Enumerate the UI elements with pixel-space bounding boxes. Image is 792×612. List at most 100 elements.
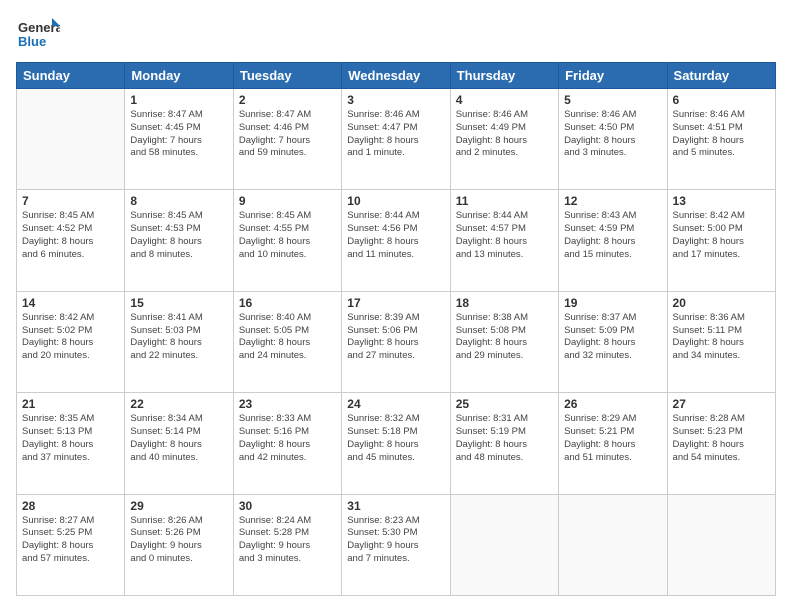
- logo-icon: General Blue: [16, 16, 60, 52]
- calendar-cell: 6 Sunrise: 8:46 AM Sunset: 4:51 PM Daylig…: [667, 89, 775, 190]
- calendar-cell: [17, 89, 125, 190]
- day-detail: Sunrise: 8:44 AM Sunset: 4:57 PM Dayligh…: [456, 210, 553, 261]
- day-number: 23: [239, 397, 336, 411]
- header: General Blue: [16, 16, 776, 52]
- calendar-cell: 27Sunrise: 8:28 AM Sunset: 5:23 PM Dayli…: [667, 393, 775, 494]
- calendar-cell: 2Sunrise: 8:47 AM Sunset: 4:46 PM Daylig…: [233, 89, 341, 190]
- day-detail: Sunrise: 8:45 AM Sunset: 4:55 PM Dayligh…: [239, 210, 336, 261]
- day-number: 5: [564, 93, 661, 107]
- calendar-cell: 22 Sunrise: 8:34 AM Sunset: 5:14 PM Dayli…: [125, 393, 233, 494]
- day-detail: Sunrise: 8:46 AM Sunset: 4:51 PM Dayligh…: [673, 109, 770, 160]
- page: General Blue SundayMondayTuesdayWednesda…: [0, 0, 792, 612]
- day-detail: Sunrise: 8:47 AM Sunset: 4:45 PM Dayligh…: [130, 109, 227, 160]
- calendar-cell: 11 Sunrise: 8:44 AM Sunset: 4:57 PM Dayli…: [450, 190, 558, 291]
- calendar-cell: 18 Sunrise: 8:38 AM Sunset: 5:08 PM Dayli…: [450, 291, 558, 392]
- day-detail: Sunrise: 8:45 AM Sunset: 4:52 PM Dayligh…: [22, 210, 119, 261]
- calendar-cell: 8 Sunrise: 8:45 AM Sunset: 4:53 PM Daylig…: [125, 190, 233, 291]
- day-detail: Sunrise: 8:33 AM Sunset: 5:16 PM Dayligh…: [239, 413, 336, 464]
- day-number: 24: [347, 397, 444, 411]
- day-number: 4: [456, 93, 553, 107]
- day-detail: Sunrise: 8:46 AM Sunset: 4:50 PM Dayligh…: [564, 109, 661, 160]
- day-number: 10: [347, 194, 444, 208]
- day-detail: Sunrise: 8:46 AM Sunset: 4:49 PM Dayligh…: [456, 109, 553, 160]
- day-number: 1: [130, 93, 227, 107]
- week-row-4: 21 Sunrise: 8:35 AM Sunset: 5:13 PM Dayli…: [17, 393, 776, 494]
- header-monday: Monday: [125, 63, 233, 89]
- calendar-cell: 24 Sunrise: 8:32 AM Sunset: 5:18 PM Dayli…: [342, 393, 450, 494]
- day-number: 31: [347, 499, 444, 513]
- svg-text:Blue: Blue: [18, 34, 46, 49]
- day-number: 12: [564, 194, 661, 208]
- calendar-cell: [450, 494, 558, 595]
- day-number: 25: [456, 397, 553, 411]
- calendar-cell: 25 Sunrise: 8:31 AM Sunset: 5:19 PM Dayli…: [450, 393, 558, 494]
- day-detail: Sunrise: 8:39 AM Sunset: 5:06 PM Dayligh…: [347, 312, 444, 363]
- calendar: SundayMondayTuesdayWednesdayThursdayFrid…: [16, 62, 776, 596]
- calendar-cell: 19Sunrise: 8:37 AM Sunset: 5:09 PM Dayli…: [559, 291, 667, 392]
- calendar-cell: 15Sunrise: 8:41 AM Sunset: 5:03 PM Dayli…: [125, 291, 233, 392]
- day-number: 30: [239, 499, 336, 513]
- calendar-cell: 5 Sunrise: 8:46 AM Sunset: 4:50 PM Daylig…: [559, 89, 667, 190]
- calendar-header-row: SundayMondayTuesdayWednesdayThursdayFrid…: [17, 63, 776, 89]
- calendar-cell: 23 Sunrise: 8:33 AM Sunset: 5:16 PM Dayli…: [233, 393, 341, 494]
- day-detail: Sunrise: 8:35 AM Sunset: 5:13 PM Dayligh…: [22, 413, 119, 464]
- calendar-cell: 13 Sunrise: 8:42 AM Sunset: 5:00 PM Dayli…: [667, 190, 775, 291]
- day-number: 6: [673, 93, 770, 107]
- day-detail: Sunrise: 8:28 AM Sunset: 5:23 PM Dayligh…: [673, 413, 770, 464]
- day-number: 18: [456, 296, 553, 310]
- calendar-cell: 30 Sunrise: 8:24 AM Sunset: 5:28 PM Dayli…: [233, 494, 341, 595]
- calendar-cell: 26Sunrise: 8:29 AM Sunset: 5:21 PM Dayli…: [559, 393, 667, 494]
- day-number: 21: [22, 397, 119, 411]
- day-detail: Sunrise: 8:32 AM Sunset: 5:18 PM Dayligh…: [347, 413, 444, 464]
- day-detail: Sunrise: 8:47 AM Sunset: 4:46 PM Dayligh…: [239, 109, 336, 160]
- day-number: 29: [130, 499, 227, 513]
- day-number: 22: [130, 397, 227, 411]
- day-detail: Sunrise: 8:44 AM Sunset: 4:56 PM Dayligh…: [347, 210, 444, 261]
- day-detail: Sunrise: 8:36 AM Sunset: 5:11 PM Dayligh…: [673, 312, 770, 363]
- day-detail: Sunrise: 8:31 AM Sunset: 5:19 PM Dayligh…: [456, 413, 553, 464]
- day-number: 14: [22, 296, 119, 310]
- calendar-cell: [559, 494, 667, 595]
- calendar-cell: 28Sunrise: 8:27 AM Sunset: 5:25 PM Dayli…: [17, 494, 125, 595]
- calendar-cell: 4 Sunrise: 8:46 AM Sunset: 4:49 PM Daylig…: [450, 89, 558, 190]
- day-detail: Sunrise: 8:34 AM Sunset: 5:14 PM Dayligh…: [130, 413, 227, 464]
- day-detail: Sunrise: 8:23 AM Sunset: 5:30 PM Dayligh…: [347, 515, 444, 566]
- day-detail: Sunrise: 8:42 AM Sunset: 5:02 PM Dayligh…: [22, 312, 119, 363]
- calendar-cell: 31 Sunrise: 8:23 AM Sunset: 5:30 PM Dayli…: [342, 494, 450, 595]
- calendar-cell: [667, 494, 775, 595]
- day-detail: Sunrise: 8:41 AM Sunset: 5:03 PM Dayligh…: [130, 312, 227, 363]
- week-row-2: 7Sunrise: 8:45 AM Sunset: 4:52 PM Daylig…: [17, 190, 776, 291]
- logo: General Blue: [16, 16, 60, 52]
- day-detail: Sunrise: 8:46 AM Sunset: 4:47 PM Dayligh…: [347, 109, 444, 160]
- day-number: 13: [673, 194, 770, 208]
- calendar-cell: 17 Sunrise: 8:39 AM Sunset: 5:06 PM Dayli…: [342, 291, 450, 392]
- day-number: 3: [347, 93, 444, 107]
- week-row-5: 28Sunrise: 8:27 AM Sunset: 5:25 PM Dayli…: [17, 494, 776, 595]
- calendar-cell: 9 Sunrise: 8:45 AM Sunset: 4:55 PM Daylig…: [233, 190, 341, 291]
- header-friday: Friday: [559, 63, 667, 89]
- header-saturday: Saturday: [667, 63, 775, 89]
- header-wednesday: Wednesday: [342, 63, 450, 89]
- day-number: 11: [456, 194, 553, 208]
- header-tuesday: Tuesday: [233, 63, 341, 89]
- calendar-cell: 20Sunrise: 8:36 AM Sunset: 5:11 PM Dayli…: [667, 291, 775, 392]
- day-detail: Sunrise: 8:24 AM Sunset: 5:28 PM Dayligh…: [239, 515, 336, 566]
- day-detail: Sunrise: 8:38 AM Sunset: 5:08 PM Dayligh…: [456, 312, 553, 363]
- calendar-cell: 12 Sunrise: 8:43 AM Sunset: 4:59 PM Dayli…: [559, 190, 667, 291]
- calendar-cell: 3 Sunrise: 8:46 AM Sunset: 4:47 PM Daylig…: [342, 89, 450, 190]
- calendar-cell: 29Sunrise: 8:26 AM Sunset: 5:26 PM Dayli…: [125, 494, 233, 595]
- calendar-cell: 16Sunrise: 8:40 AM Sunset: 5:05 PM Dayli…: [233, 291, 341, 392]
- week-row-3: 14 Sunrise: 8:42 AM Sunset: 5:02 PM Dayli…: [17, 291, 776, 392]
- week-row-1: 1 Sunrise: 8:47 AM Sunset: 4:45 PM Daylig…: [17, 89, 776, 190]
- day-detail: Sunrise: 8:42 AM Sunset: 5:00 PM Dayligh…: [673, 210, 770, 261]
- day-number: 9: [239, 194, 336, 208]
- day-number: 8: [130, 194, 227, 208]
- day-number: 16: [239, 296, 336, 310]
- day-detail: Sunrise: 8:43 AM Sunset: 4:59 PM Dayligh…: [564, 210, 661, 261]
- day-detail: Sunrise: 8:45 AM Sunset: 4:53 PM Dayligh…: [130, 210, 227, 261]
- calendar-cell: 14 Sunrise: 8:42 AM Sunset: 5:02 PM Dayli…: [17, 291, 125, 392]
- day-number: 28: [22, 499, 119, 513]
- calendar-cell: 21 Sunrise: 8:35 AM Sunset: 5:13 PM Dayli…: [17, 393, 125, 494]
- day-detail: Sunrise: 8:29 AM Sunset: 5:21 PM Dayligh…: [564, 413, 661, 464]
- day-number: 17: [347, 296, 444, 310]
